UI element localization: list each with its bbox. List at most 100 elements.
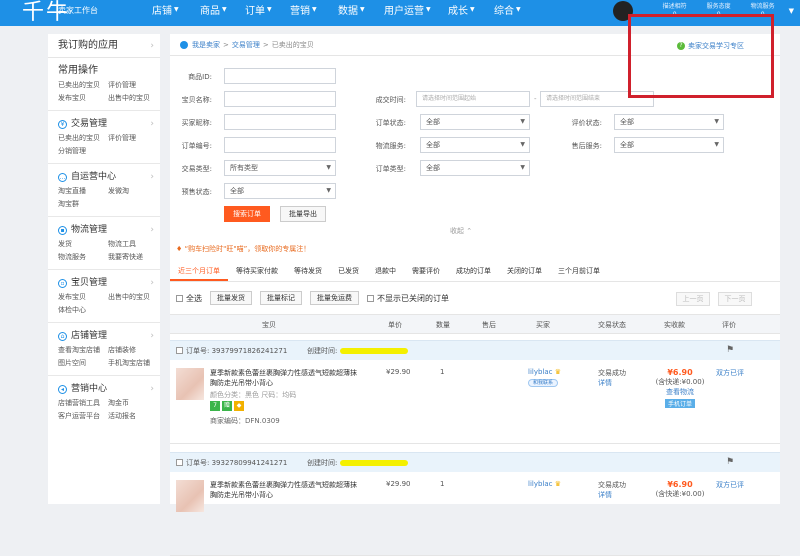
mobile-order-badge: 手机订单 (664, 399, 695, 408)
product-id-input[interactable] (224, 68, 336, 84)
sidebar-title[interactable]: 我订购的应用 › (48, 34, 160, 58)
product-thumbnail[interactable] (176, 368, 204, 400)
nav-user-ops[interactable]: 用户运营 ▼ (384, 2, 431, 17)
review-status[interactable]: 双方已评 (716, 480, 744, 490)
buyer-name[interactable]: lilyblac (528, 480, 553, 488)
sidebar-link[interactable]: 店铺装修 (108, 345, 158, 356)
order-no-input[interactable] (224, 137, 336, 153)
nav-marketing[interactable]: 营销 ▼ (290, 2, 317, 17)
buyer-name[interactable]: lilyblac (528, 368, 553, 376)
sidebar-section-header[interactable]: ▪ 物流管理 › (58, 223, 160, 237)
search-orders-button[interactable]: 搜索订单 (224, 206, 270, 222)
tab-shipped[interactable]: 已发货 (330, 262, 367, 281)
service-badges: 7 赠 ◆ (210, 401, 246, 411)
tab-awaiting-payment[interactable]: 等待买家付款 (228, 262, 286, 281)
tab-successful[interactable]: 成功的订单 (448, 262, 499, 281)
sidebar-link[interactable]: 活动报名 (108, 411, 158, 422)
order-status-select[interactable]: 全部 ▼ (420, 114, 530, 130)
sidebar-link[interactable]: 发布宝贝 (58, 292, 108, 303)
sidebar-section-header[interactable]: ◂ 营销中心 › (58, 382, 160, 396)
nav-products[interactable]: 商品 ▼ (200, 2, 227, 17)
sidebar-link[interactable]: 手机淘宝店铺 (108, 358, 158, 369)
sidebar-link[interactable]: 已卖出的宝贝 (58, 133, 108, 144)
range-separator: - (534, 95, 537, 103)
presale-select[interactable]: 全部 ▼ (224, 183, 336, 199)
breadcrumb-trade[interactable]: 交易管理 (232, 40, 260, 50)
view-logistics-link[interactable]: 查看物流 (650, 387, 710, 397)
sidebar-section-header[interactable]: … 自运营中心 › (58, 170, 160, 184)
sidebar-section-title: 物流管理 (71, 225, 108, 235)
nav-store[interactable]: 店铺 ▼ (152, 2, 179, 17)
product-name-input[interactable] (224, 91, 336, 107)
sidebar-link[interactable]: 发微淘 (108, 186, 158, 197)
order-checkbox[interactable] (176, 347, 183, 354)
sidebar-link[interactable]: 店铺营销工具 (58, 398, 108, 409)
product-thumbnail[interactable] (176, 480, 204, 512)
nav-data[interactable]: 数据 ▼ (338, 2, 365, 17)
order-detail-link[interactable]: 详情 (598, 490, 626, 500)
flag-icon[interactable]: ⚑ (726, 345, 734, 355)
order-type-select[interactable]: 全部 ▼ (420, 160, 530, 176)
sidebar-link[interactable]: 已卖出的宝贝 (58, 80, 108, 91)
nav-general[interactable]: 综合 ▼ (494, 2, 521, 17)
sidebar-section-header[interactable]: ▫ 宝贝管理 › (58, 276, 160, 290)
sidebar-link[interactable]: 评价管理 (108, 133, 158, 144)
buyer-nick-input[interactable] (224, 114, 336, 130)
hide-closed-checkbox[interactable] (367, 294, 374, 302)
tab-needs-review[interactable]: 需要评价 (404, 262, 448, 281)
sidebar-link[interactable]: 我要寄快递 (108, 252, 158, 263)
tab-awaiting-shipment[interactable]: 等待发货 (286, 262, 330, 281)
select-all-checkbox[interactable] (176, 294, 183, 302)
breadcrumb-seller[interactable]: 我是卖家 (192, 40, 220, 50)
sidebar-link[interactable]: 评价管理 (108, 80, 158, 91)
sidebar-link[interactable]: 物流工具 (108, 239, 158, 250)
sidebar-link[interactable]: 发布宝贝 (58, 93, 108, 104)
guarantee-icon: 赠 (222, 401, 232, 411)
product-title[interactable]: 夏季新款素色蕾丝裹胸弹力性感透气短款超薄抹胸防走光吊带小背心 (210, 368, 360, 388)
tab-refunding[interactable]: 退款中 (367, 262, 404, 281)
order-checkbox[interactable] (176, 459, 183, 466)
batch-mark-button[interactable]: 批量标记 (260, 291, 302, 305)
sidebar-section-header[interactable]: ⌂ 店铺管理 › (58, 329, 160, 343)
sidebar-link[interactable]: 体检中心 (58, 305, 108, 316)
sidebar-link[interactable]: 淘宝直播 (58, 186, 108, 197)
sidebar-link[interactable]: 图片空间 (58, 358, 108, 369)
next-page-button[interactable]: 下一页 (718, 292, 752, 306)
col-received: 实收款 (664, 321, 685, 329)
nav-growth[interactable]: 成长 ▼ (448, 2, 475, 17)
promo-notice[interactable]: ♦ “购车扫险时"旺"喵”，领取你的专属注！ (176, 244, 310, 254)
flag-icon[interactable]: ⚑ (726, 457, 734, 467)
sidebar-link[interactable]: 淘金币 (108, 398, 158, 409)
review-status[interactable]: 双方已评 (716, 368, 744, 378)
nav-orders[interactable]: 订单 ▼ (245, 2, 272, 17)
collapse-toggle[interactable]: 收起 ⌃ (450, 226, 472, 236)
sidebar-link[interactable]: 分销管理 (58, 146, 108, 157)
batch-free-shipping-button[interactable]: 批量免运费 (310, 291, 359, 305)
after-sale-select[interactable]: 全部 ▼ (614, 137, 724, 153)
deal-time-start-input[interactable]: 请选择时间范围起始 (416, 91, 530, 107)
sidebar-section-header[interactable]: ¥ 交易管理 › (58, 117, 160, 131)
sidebar-section-logistics: ▪ 物流管理 › 发货 物流工具 物流服务 我要寄快递 (48, 217, 160, 270)
sidebar-link[interactable]: 发货 (58, 239, 108, 250)
prev-page-button[interactable]: 上一页 (676, 292, 710, 306)
sidebar-link[interactable]: 出售中的宝贝 (108, 93, 158, 104)
sidebar-link[interactable]: 查看淘宝店铺 (58, 345, 108, 356)
trade-type-select[interactable]: 所有类型 ▼ (224, 160, 336, 176)
contact-buyer-button[interactable]: 和我联系 (528, 379, 558, 387)
sidebar-link[interactable]: 淘宝群 (58, 199, 108, 210)
order-detail-link[interactable]: 详情 (598, 378, 626, 388)
tab-older[interactable]: 三个月前订单 (550, 262, 608, 281)
batch-export-button[interactable]: 批量导出 (280, 206, 326, 222)
tab-recent-3-months[interactable]: 近三个月订单 (170, 262, 228, 281)
chevron-down-icon[interactable]: ▼ (789, 7, 794, 15)
sidebar-link[interactable]: 出售中的宝贝 (108, 292, 158, 303)
tab-closed[interactable]: 关闭的订单 (499, 262, 550, 281)
batch-ship-button[interactable]: 批量发货 (210, 291, 252, 305)
logistics-select[interactable]: 全部 ▼ (420, 137, 530, 153)
trade-type-label: 交易类型: (181, 165, 212, 173)
sidebar-link[interactable]: 物流服务 (58, 252, 108, 263)
product-title[interactable]: 夏季新款素色蕾丝裹胸弹力性感透气短款超薄抹胸防走光吊带小背心 (210, 480, 360, 500)
order-row: 夏季新款素色蕾丝裹胸弹力性感透气短款超薄抹胸防走光吊带小背心 颜色分类：黑色 尺… (170, 360, 780, 444)
sidebar-link[interactable]: 客户运营平台 (58, 411, 108, 422)
review-status-select[interactable]: 全部 ▼ (614, 114, 724, 130)
